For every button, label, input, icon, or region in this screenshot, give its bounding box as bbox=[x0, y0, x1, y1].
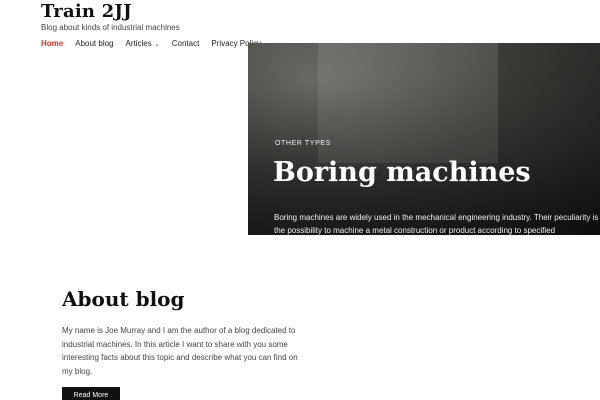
nav-item-home[interactable]: Home bbox=[41, 39, 63, 48]
about-section-title: About blog bbox=[62, 287, 185, 311]
nav-item-articles[interactable]: Articles ⌄ bbox=[126, 39, 160, 48]
site-title[interactable]: Train 2JJ bbox=[41, 1, 132, 22]
hero-category-link[interactable]: OTHER TYPES bbox=[275, 140, 331, 147]
read-more-button[interactable]: Read More bbox=[62, 387, 120, 400]
nav-item-about-blog[interactable]: About blog bbox=[75, 39, 113, 48]
nav-item-articles-label: Articles bbox=[125, 39, 152, 48]
chevron-down-icon: ⌄ bbox=[154, 42, 160, 48]
hero-post-title[interactable]: Boring machines bbox=[273, 157, 531, 188]
site-tagline: Blog about kinds of industrial machines bbox=[41, 23, 180, 32]
about-section-text: My name is Joe Murray and I am the autho… bbox=[62, 326, 298, 376]
hero-overlay bbox=[248, 43, 600, 235]
hero-post-excerpt: Boring machines are widely used in the m… bbox=[274, 213, 599, 235]
main-nav: Home About blog Articles ⌄ Contact Priva… bbox=[41, 39, 261, 48]
hero-featured-post[interactable]: OTHER TYPES Boring machines Boring machi… bbox=[248, 43, 600, 235]
nav-item-contact[interactable]: Contact bbox=[172, 39, 200, 48]
